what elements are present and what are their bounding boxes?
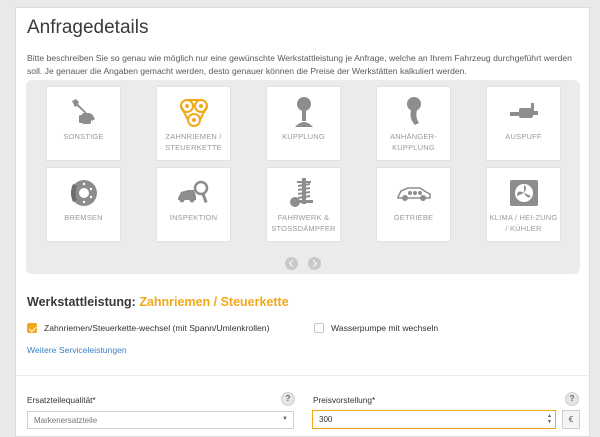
service-tile-getriebe[interactable]: GETRIEBE: [376, 167, 451, 242]
service-label: ANHÄNGER-KUPPLUNG: [390, 132, 437, 152]
service-label: KLIMA / HEI-ZUNG / KÜHLER: [489, 213, 558, 233]
clutch-icon: [287, 95, 321, 129]
service-label: GETRIEBE: [393, 213, 434, 222]
ersatzteil-select[interactable]: Markenersatzteile ▼: [27, 411, 294, 429]
service-label: BREMSEN: [64, 213, 103, 222]
service-tile-anhaengerkupplung[interactable]: ANHÄNGER-KUPPLUNG: [376, 86, 451, 161]
checkbox-checked[interactable]: [27, 323, 37, 333]
service-label: SONSTIGE: [63, 132, 104, 141]
selected-service-label: Werkstattleistung:: [27, 295, 136, 309]
tiles-prev-button[interactable]: [285, 257, 298, 270]
selected-service-value: Zahnriemen / Steuerkette: [139, 295, 289, 309]
checkbox-unchecked[interactable]: [314, 323, 324, 333]
service-tile-fahrwerk[interactable]: FAHRWERK & STOSSDÄMPFER: [266, 167, 341, 242]
service-tile-kupplung[interactable]: KUPPLUNG: [266, 86, 341, 161]
option-label: Zahnriemen/Steuerkette-wechsel (mit Span…: [44, 323, 270, 333]
service-label: INSPEKTION: [169, 213, 218, 222]
section-divider: [16, 375, 589, 376]
service-label: ZAHNRIEMEN / STEUERKETTE: [165, 132, 222, 152]
option-zahnriemen-wechsel[interactable]: Zahnriemen/Steuerkette-wechsel (mit Span…: [27, 323, 269, 333]
ersatzteil-label: Ersatzteilequalität*: [27, 395, 96, 405]
gearbox-icon: [396, 176, 432, 210]
service-tile-zahnriemen[interactable]: ZAHNRIEMEN / STEUERKETTE: [156, 86, 231, 161]
trailer-hitch-icon: [397, 95, 431, 129]
brake-disc-icon: [67, 176, 101, 210]
service-tiles-panel: SONSTIGE ZAHNRIEMEN / STEUERKETTE KUPPLU…: [26, 80, 580, 274]
service-label: FAHRWERK & STOSSDÄMPFER: [271, 213, 336, 233]
service-label: KUPPLUNG: [282, 132, 325, 141]
climate-icon: [507, 176, 541, 210]
service-tile-inspektion[interactable]: INSPEKTION: [156, 167, 231, 242]
more-services-link[interactable]: Weitere Serviceleistungen: [27, 345, 127, 355]
preis-help-icon[interactable]: ?: [565, 392, 579, 406]
tiles-next-button[interactable]: [308, 257, 321, 270]
option-label: Wasserpumpe mit wechseln: [331, 323, 439, 333]
number-spinner-icon[interactable]: ▲ ▼: [547, 413, 552, 425]
timing-belt-icon: [176, 95, 212, 129]
ersatzteil-help-icon[interactable]: ?: [281, 392, 295, 406]
service-tile-auspuff[interactable]: AUSPUFF: [486, 86, 561, 161]
preis-input[interactable]: 300 ▲ ▼: [312, 410, 556, 429]
wrench-fist-icon: [67, 95, 101, 129]
service-tile-sonstige[interactable]: SONSTIGE: [46, 86, 121, 161]
page-description: Bitte beschreiben Sie so genau wie mögli…: [27, 53, 572, 76]
service-tile-bremsen[interactable]: BREMSEN: [46, 167, 121, 242]
service-tile-klima[interactable]: KLIMA / HEI-ZUNG / KÜHLER: [486, 167, 561, 242]
exhaust-icon: [507, 95, 541, 129]
suspension-icon: [287, 176, 321, 210]
ersatzteil-select-value: Markenersatzteile: [34, 416, 98, 425]
chevron-down-icon: ▼: [282, 416, 288, 422]
page-title: Anfragedetails: [27, 17, 149, 38]
currency-addon: €: [562, 410, 580, 429]
option-wasserpumpe[interactable]: Wasserpumpe mit wechseln: [314, 323, 438, 333]
preis-label: Preisvorstellung*: [313, 395, 376, 405]
inspection-icon: [176, 176, 212, 210]
request-details-card: Anfragedetails Bitte beschreiben Sie so …: [15, 7, 590, 437]
service-label: AUSPUFF: [505, 132, 542, 141]
selected-service-heading: Werkstattleistung: Zahnriemen / Steuerke…: [27, 295, 289, 309]
